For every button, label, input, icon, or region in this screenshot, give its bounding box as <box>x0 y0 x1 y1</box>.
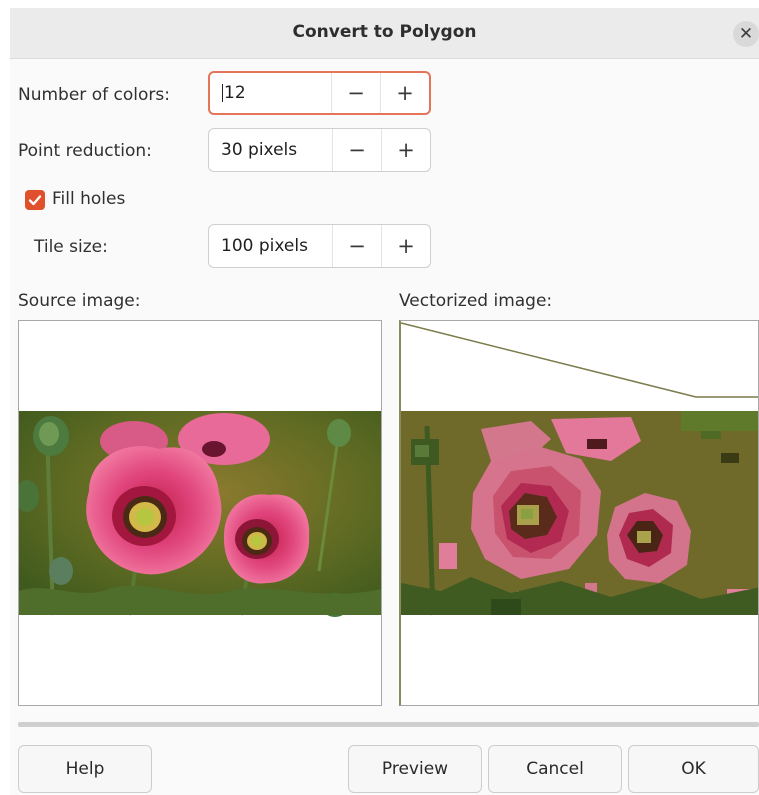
number-of-colors-value: 12 <box>224 83 246 103</box>
point-reduction-increment-button[interactable]: + <box>381 129 430 171</box>
tile-size-increment-button[interactable]: + <box>381 225 430 267</box>
vectorized-image-label: Vectorized image: <box>399 291 553 311</box>
point-reduction-input[interactable]: 30 pixels <box>209 140 332 160</box>
plus-icon: + <box>397 234 415 258</box>
dialog-title: Convert to Polygon <box>292 22 477 42</box>
point-reduction-decrement-button[interactable]: − <box>332 129 381 171</box>
tile-size-spinbox: 100 pixels − + <box>208 224 431 268</box>
minus-icon: − <box>348 234 366 258</box>
vectorized-image-preview <box>399 320 759 706</box>
convert-to-polygon-dialog: Convert to Polygon ✕ Number of colors: 1… <box>10 8 759 795</box>
tile-size-decrement-button[interactable]: − <box>332 225 381 267</box>
number-of-colors-decrement-button[interactable]: − <box>331 73 380 113</box>
close-icon: ✕ <box>738 24 754 44</box>
plus-icon: + <box>396 81 414 105</box>
help-button[interactable]: Help <box>18 745 152 793</box>
text-caret <box>222 84 223 102</box>
tile-size-input[interactable]: 100 pixels <box>209 236 332 256</box>
minus-icon: − <box>347 81 365 105</box>
preview-button[interactable]: Preview <box>348 745 482 793</box>
poppy-photo <box>19 411 381 617</box>
tile-size-label: Tile size: <box>34 237 108 257</box>
ok-button[interactable]: OK <box>628 745 759 793</box>
plus-icon: + <box>397 138 415 162</box>
button-separator <box>18 722 759 727</box>
cancel-button[interactable]: Cancel <box>488 745 622 793</box>
vectorized-poppy <box>401 322 758 616</box>
number-of-colors-increment-button[interactable]: + <box>380 73 429 113</box>
close-button[interactable]: ✕ <box>733 21 759 47</box>
fill-holes-checkbox[interactable] <box>25 190 45 210</box>
title-bar: Convert to Polygon ✕ <box>10 8 759 59</box>
fill-holes-label: Fill holes <box>52 189 126 209</box>
number-of-colors-spinbox: 12 − + <box>208 71 431 115</box>
number-of-colors-input[interactable]: 12 <box>210 83 331 103</box>
checkmark-icon <box>28 195 42 206</box>
source-image-preview <box>18 320 382 706</box>
point-reduction-spinbox: 30 pixels − + <box>208 128 431 172</box>
source-image-label: Source image: <box>18 291 141 311</box>
point-reduction-label: Point reduction: <box>18 141 152 161</box>
number-of-colors-label: Number of colors: <box>18 85 170 105</box>
minus-icon: − <box>348 138 366 162</box>
